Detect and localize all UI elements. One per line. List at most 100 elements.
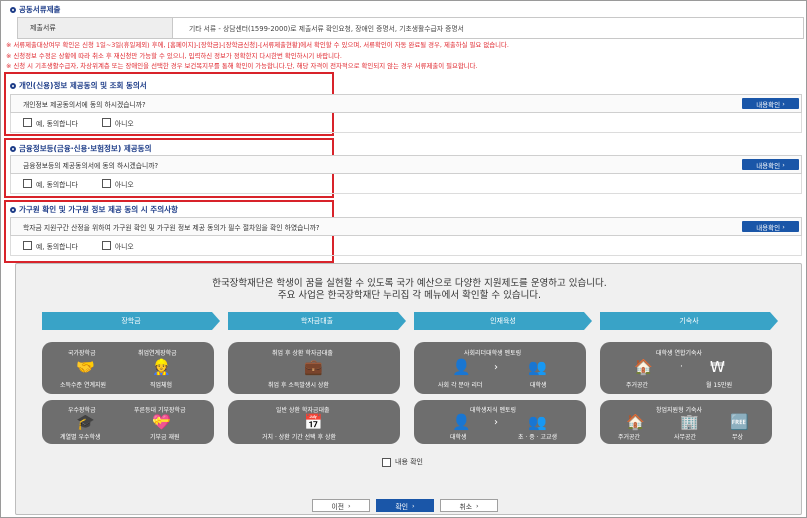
button-label: 내용확인 — [756, 161, 781, 170]
section-title-common-docs: 공동서류제출 — [10, 4, 60, 15]
submission-table: 제출서류 기타 서류 - 상담센터(1599-2000)로 제출서류 확인요청,… — [17, 17, 804, 39]
checkbox-icon[interactable] — [101, 241, 111, 250]
view-content-button[interactable]: 내용확인 › — [742, 159, 799, 170]
page: 공동서류제출 제출서류 기타 서류 - 상담센터(1599-2000)로 제출서… — [0, 0, 807, 518]
card-caption: 직업체험 — [150, 382, 173, 389]
section-title-text: 개인(신용)정보 제공동의 및 조회 동의서 — [19, 81, 147, 90]
submission-label: 제출서류 — [18, 18, 173, 38]
card-caption: 주거공간 — [626, 382, 649, 389]
agree-checkbox[interactable]: 예, 동의합니다 — [23, 179, 78, 189]
notice-item: ※ 서류제출대상여부 확인은 신청 1일~3일(휴일제외) 후에, [홈페이지]… — [6, 41, 509, 49]
card-general-loan: 일반 상환 학자금대출 📅 거치 · 상환 기간 선택 후 상환 — [228, 400, 400, 444]
plus-icon: · — [680, 362, 683, 372]
category-label: 기숙사 — [679, 317, 699, 325]
disagree-checkbox[interactable]: 아니오 — [101, 241, 134, 251]
bullet-icon — [10, 206, 16, 213]
card-caption: 월 15만원 — [706, 382, 733, 389]
panel-headline: 한국장학재단은 학생이 꿈을 실현할 수 있도록 국가 예산으로 다양한 지원제… — [212, 278, 607, 289]
question-text: 학자금 지원구간 산정을 위하여 가구원 확인 및 가구원 정보 제공 동의가 … — [23, 223, 320, 232]
checkbox-label: 예, 동의합니다 — [36, 119, 78, 128]
card-title: 대학생지식 멘토링 — [470, 407, 517, 414]
section-title-text: 공동서류제출 — [19, 5, 61, 14]
checkbox-icon[interactable] — [382, 457, 391, 467]
category-label: 인재육성 — [490, 317, 516, 325]
checkbox-icon[interactable] — [23, 241, 32, 250]
submission-value: 기타 서류 - 상담센터(1599-2000)로 제출서류 확인요청, 장애인 … — [189, 25, 464, 33]
confirm-button[interactable]: 확인 › — [376, 499, 434, 512]
card-caption: 기부금 재원 — [150, 434, 180, 441]
mentor-icon: 👤 — [452, 413, 471, 431]
prev-button[interactable]: 이전 › — [312, 499, 370, 512]
button-label: 내용확인 — [756, 223, 781, 232]
card-knowledge-mentoring: 대학생지식 멘토링 👤 › 👥 대학생 초 · 중 · 고교생 — [414, 400, 586, 444]
house-icon: 🏠 — [634, 358, 653, 376]
card-caption: 거치 · 상환 기간 선택 후 상환 — [262, 434, 337, 441]
card-caption: 무상 — [732, 434, 744, 441]
category-label: 학자금대출 — [300, 317, 334, 325]
card-caption: 주거공간 — [618, 434, 641, 441]
card-caption: 취업 후 소득발생시 상환 — [268, 382, 329, 389]
question-text: 금융정보등의 제공동의서에 동의 하시겠습니까? — [23, 161, 159, 170]
graduation-cap-icon: 🎓 — [76, 413, 95, 431]
checkbox-label: 예, 동의합니다 — [36, 242, 78, 251]
checkbox-icon[interactable] — [101, 118, 111, 127]
card-title: 취업 후 상환 학자금대출 — [272, 350, 333, 357]
card-caption: 계열별 우수학생 — [60, 434, 101, 441]
checkbox-label: 예, 동의합니다 — [36, 180, 78, 189]
info-panel: 한국장학재단은 학생이 꿈을 실현할 수 있도록 국가 예산으로 다양한 지원제… — [15, 263, 802, 515]
section-title-financial-info: 금융정보등(금융·신용·보험정보) 제공동의 — [10, 143, 151, 154]
consent-question: 금융정보등의 제공동의서에 동의 하시겠습니까? — [10, 155, 802, 174]
card-united-dormitory: 대학생 연합기숙사 🏠 · ₩ 주거공간 월 15만원 — [600, 342, 772, 394]
briefcase-icon: 💼 — [304, 358, 323, 376]
card-caption: 사회 각 분야 리더 — [438, 382, 483, 389]
bullet-icon — [10, 6, 16, 13]
calendar-icon: 📅 — [304, 413, 323, 431]
section-title-household: 가구원 확인 및 가구원 정보 제공 동의 시 주의사항 — [10, 204, 178, 215]
consent-options: 예, 동의합니다 아니오 — [10, 236, 802, 256]
category-label: 장학금 — [121, 317, 141, 325]
button-label: 내용확인 — [756, 100, 781, 109]
arrow-right-icon: › — [494, 362, 498, 373]
donation-icon: 💝 — [152, 413, 171, 431]
view-content-button[interactable]: 내용확인 › — [742, 98, 799, 109]
card-national-scholarship: 국가장학금 취업연계장학금 🤝 👷 소득수준 연계지원 직업체험 — [42, 342, 214, 394]
content-confirm-checkbox[interactable]: 내용 확인 — [382, 457, 423, 467]
card-merit-scholarship: 우수장학금 푸른등대 기부장학금 🎓 💝 계열별 우수학생 기부금 재원 — [42, 400, 214, 444]
children-icon: 👥 — [528, 413, 547, 431]
checkbox-icon[interactable] — [23, 179, 32, 188]
notice-item: ※ 신청정보 수정은 상황에 따라 취소 후 재신청만 가능할 수 있으니, 입… — [6, 51, 342, 60]
card-title: 국가장학금 — [68, 350, 96, 357]
bullet-icon — [10, 145, 16, 152]
agree-checkbox[interactable]: 예, 동의합니다 — [23, 118, 78, 128]
coin-icon: ₩ — [710, 358, 725, 376]
checkbox-label: 아니오 — [114, 180, 134, 189]
checkbox-icon[interactable] — [101, 179, 111, 188]
house-icon: 🏠 — [626, 413, 645, 431]
notice-item: ※ 신청 시 기초생활수급자, 차상위계층 또는 장애인을 선택한 경우 보건복… — [6, 62, 478, 70]
category-loan: 학자금대출 — [228, 312, 406, 330]
disagree-checkbox[interactable]: 아니오 — [101, 179, 134, 189]
checkbox-icon[interactable] — [23, 118, 32, 127]
checkbox-label: 아니오 — [114, 242, 134, 251]
consent-options: 예, 동의합니다 아니오 — [10, 113, 802, 133]
card-leader-mentoring: 사회리더대학생 멘토링 👤 › 👥 사회 각 분야 리더 대학생 — [414, 342, 586, 394]
card-startup-dormitory: 창업지원형 기숙사 🏠 🏢 🆓 주거공간 사무공간 무상 — [600, 400, 772, 444]
category-talent: 인재육성 — [414, 312, 592, 330]
students-icon: 👥 — [528, 358, 547, 376]
free-icon: 🆓 — [730, 413, 749, 431]
view-content-button[interactable]: 내용확인 › — [742, 221, 799, 232]
question-text: 개인정보 제공동의서에 동의 하시겠습니까? — [23, 100, 146, 109]
checkbox-label: 아니오 — [114, 119, 134, 128]
card-caption: 사무공간 — [674, 434, 697, 441]
worker-icon: 👷 — [152, 358, 171, 376]
button-label: 취소 — [459, 502, 472, 511]
cancel-button[interactable]: 취소 › — [440, 499, 498, 512]
card-caption: 대학생 — [450, 434, 467, 441]
disagree-checkbox[interactable]: 아니오 — [101, 118, 134, 128]
consent-question: 학자금 지원구간 산정을 위하여 가구원 확인 및 가구원 정보 제공 동의가 … — [10, 217, 802, 236]
consent-options: 예, 동의합니다 아니오 — [10, 174, 802, 194]
agree-checkbox[interactable]: 예, 동의합니다 — [23, 241, 78, 251]
card-caption: 소득수준 연계지원 — [60, 382, 107, 389]
chevron-right-icon: › — [475, 501, 479, 510]
leader-icon: 👤 — [452, 358, 471, 376]
